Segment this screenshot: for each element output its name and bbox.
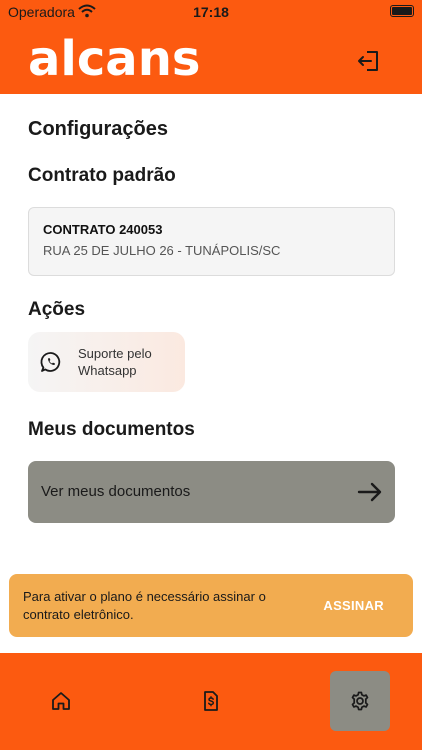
banner-message: Para ativar o plano é necessário assinar… <box>23 589 266 622</box>
gear-icon <box>351 691 369 711</box>
nav-bills-tab[interactable] <box>181 671 241 731</box>
contract-card[interactable]: CONTRATO 240053 RUA 25 DE JULHO 26 - TUN… <box>28 207 395 276</box>
nav-home-tab[interactable] <box>31 671 91 731</box>
actions-section-title: Ações <box>28 299 86 320</box>
clock: 17:18 <box>193 4 229 20</box>
status-bar: Operadora 17:18 <box>0 0 422 24</box>
sign-contract-banner: Para ativar o plano é necessário assinar… <box>9 574 413 637</box>
brand-logo: alcans <box>28 31 201 87</box>
contract-section-title: Contrato padrão <box>28 165 176 186</box>
whatsapp-support-label: Suporte pelo Whatsapp <box>78 346 152 378</box>
contract-address: RUA 25 DE JULHO 26 - TUNÁPOLIS/SC <box>43 243 281 258</box>
contract-name: CONTRATO 240053 <box>43 222 163 237</box>
view-documents-label: Ver meus documentos <box>41 483 191 500</box>
whatsapp-icon <box>40 352 61 372</box>
sign-button[interactable]: ASSINAR <box>323 598 384 613</box>
bottom-navigation <box>0 653 422 750</box>
app-header: alcans <box>0 24 422 94</box>
bill-icon <box>204 691 218 711</box>
home-icon <box>52 692 70 710</box>
page-title: Configurações <box>28 118 169 140</box>
documents-section-title: Meus documentos <box>28 419 195 440</box>
battery-icon <box>390 5 414 17</box>
arrow-right-icon <box>357 482 382 502</box>
view-documents-button[interactable]: Ver meus documentos <box>28 461 395 523</box>
nav-settings-tab[interactable] <box>330 671 390 731</box>
logout-icon[interactable] <box>356 48 382 74</box>
whatsapp-support-button[interactable]: Suporte pelo Whatsapp <box>28 332 185 392</box>
